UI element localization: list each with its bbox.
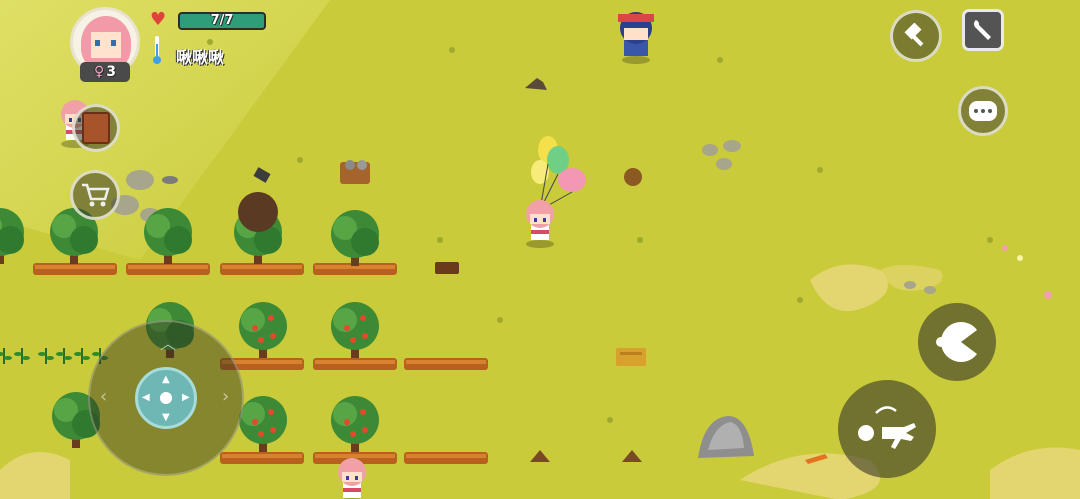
heart-icon: ♥ xyxy=(150,9,167,30)
settings-button[interactable] xyxy=(962,9,1004,51)
joystick-arrow-right: › xyxy=(222,386,230,407)
shop-button[interactable] xyxy=(70,170,120,220)
joystick-knob[interactable]: ▲ ▼ ◀ ▶ xyxy=(135,367,197,429)
movement-joystick[interactable]: ︿ ‹ › ▲ ▼ ◀ ▶ xyxy=(88,320,244,476)
hammer-icon xyxy=(904,23,924,47)
joystick-arrow-up: ︿ xyxy=(160,334,177,353)
joystick-arrow-left: ‹ xyxy=(100,386,108,407)
journal-button[interactable] xyxy=(72,104,120,152)
level-badge: ♀ 3 xyxy=(80,62,130,82)
gender-icon: ♀ xyxy=(93,64,105,80)
book-icon xyxy=(82,112,110,144)
game-world[interactable]: ♀ 3 ♥ 7/7 啾啾啾 ︿ ‹ › ▲ ▼ ◀ ▶ xyxy=(0,0,1080,499)
health-bar: 7/7 xyxy=(178,12,266,30)
player-name: 啾啾啾 xyxy=(176,48,225,67)
eat-button[interactable] xyxy=(918,303,996,381)
grab-button[interactable] xyxy=(838,380,936,478)
pacman-icon xyxy=(936,322,977,362)
thermometer-icon xyxy=(153,36,161,66)
level-number: 3 xyxy=(106,64,116,80)
speech-bubble-icon xyxy=(969,101,997,121)
hand-grab-icon xyxy=(858,406,916,449)
health-text: 7/7 xyxy=(210,13,234,28)
cart-icon xyxy=(82,183,110,207)
chat-button[interactable] xyxy=(958,86,1008,136)
wrench-icon xyxy=(974,20,991,40)
hammer-button[interactable] xyxy=(890,10,942,62)
